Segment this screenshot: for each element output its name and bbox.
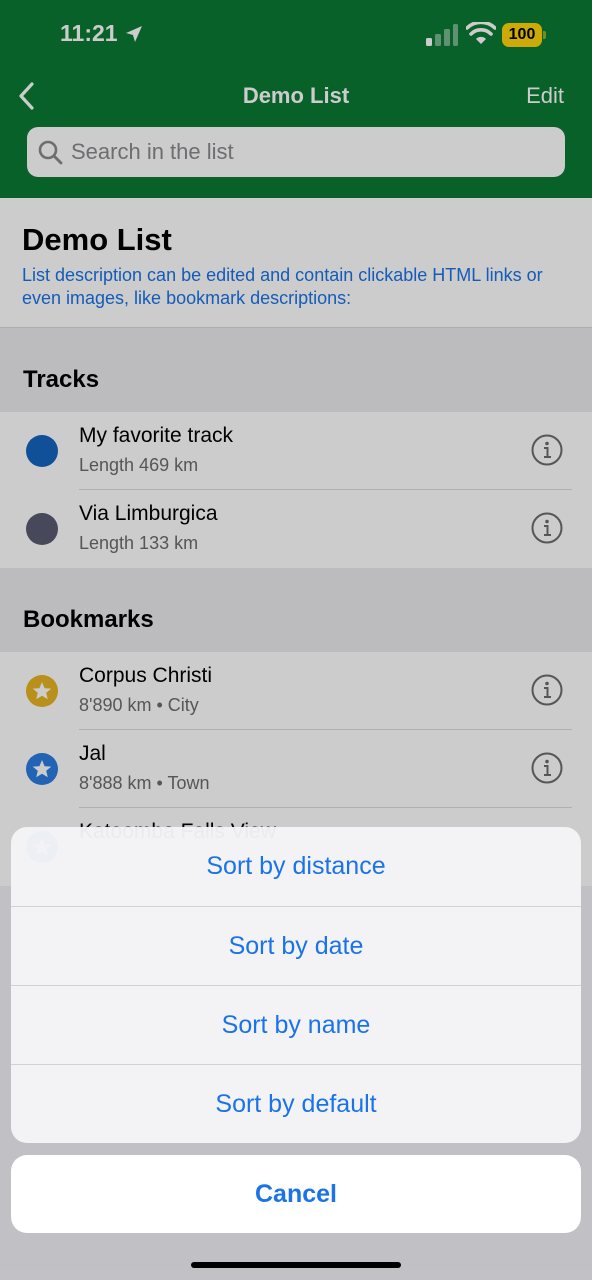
sort-by-name-button[interactable]: Sort by name [11, 986, 581, 1065]
sort-action-sheet: Sort by distance Sort by date Sort by na… [11, 827, 581, 1143]
sort-by-default-button[interactable]: Sort by default [11, 1065, 581, 1143]
sort-by-distance-button[interactable]: Sort by distance [11, 827, 581, 906]
home-indicator[interactable] [191, 1262, 401, 1268]
sort-by-date-button[interactable]: Sort by date [11, 907, 581, 986]
cancel-button[interactable]: Cancel [11, 1155, 581, 1233]
